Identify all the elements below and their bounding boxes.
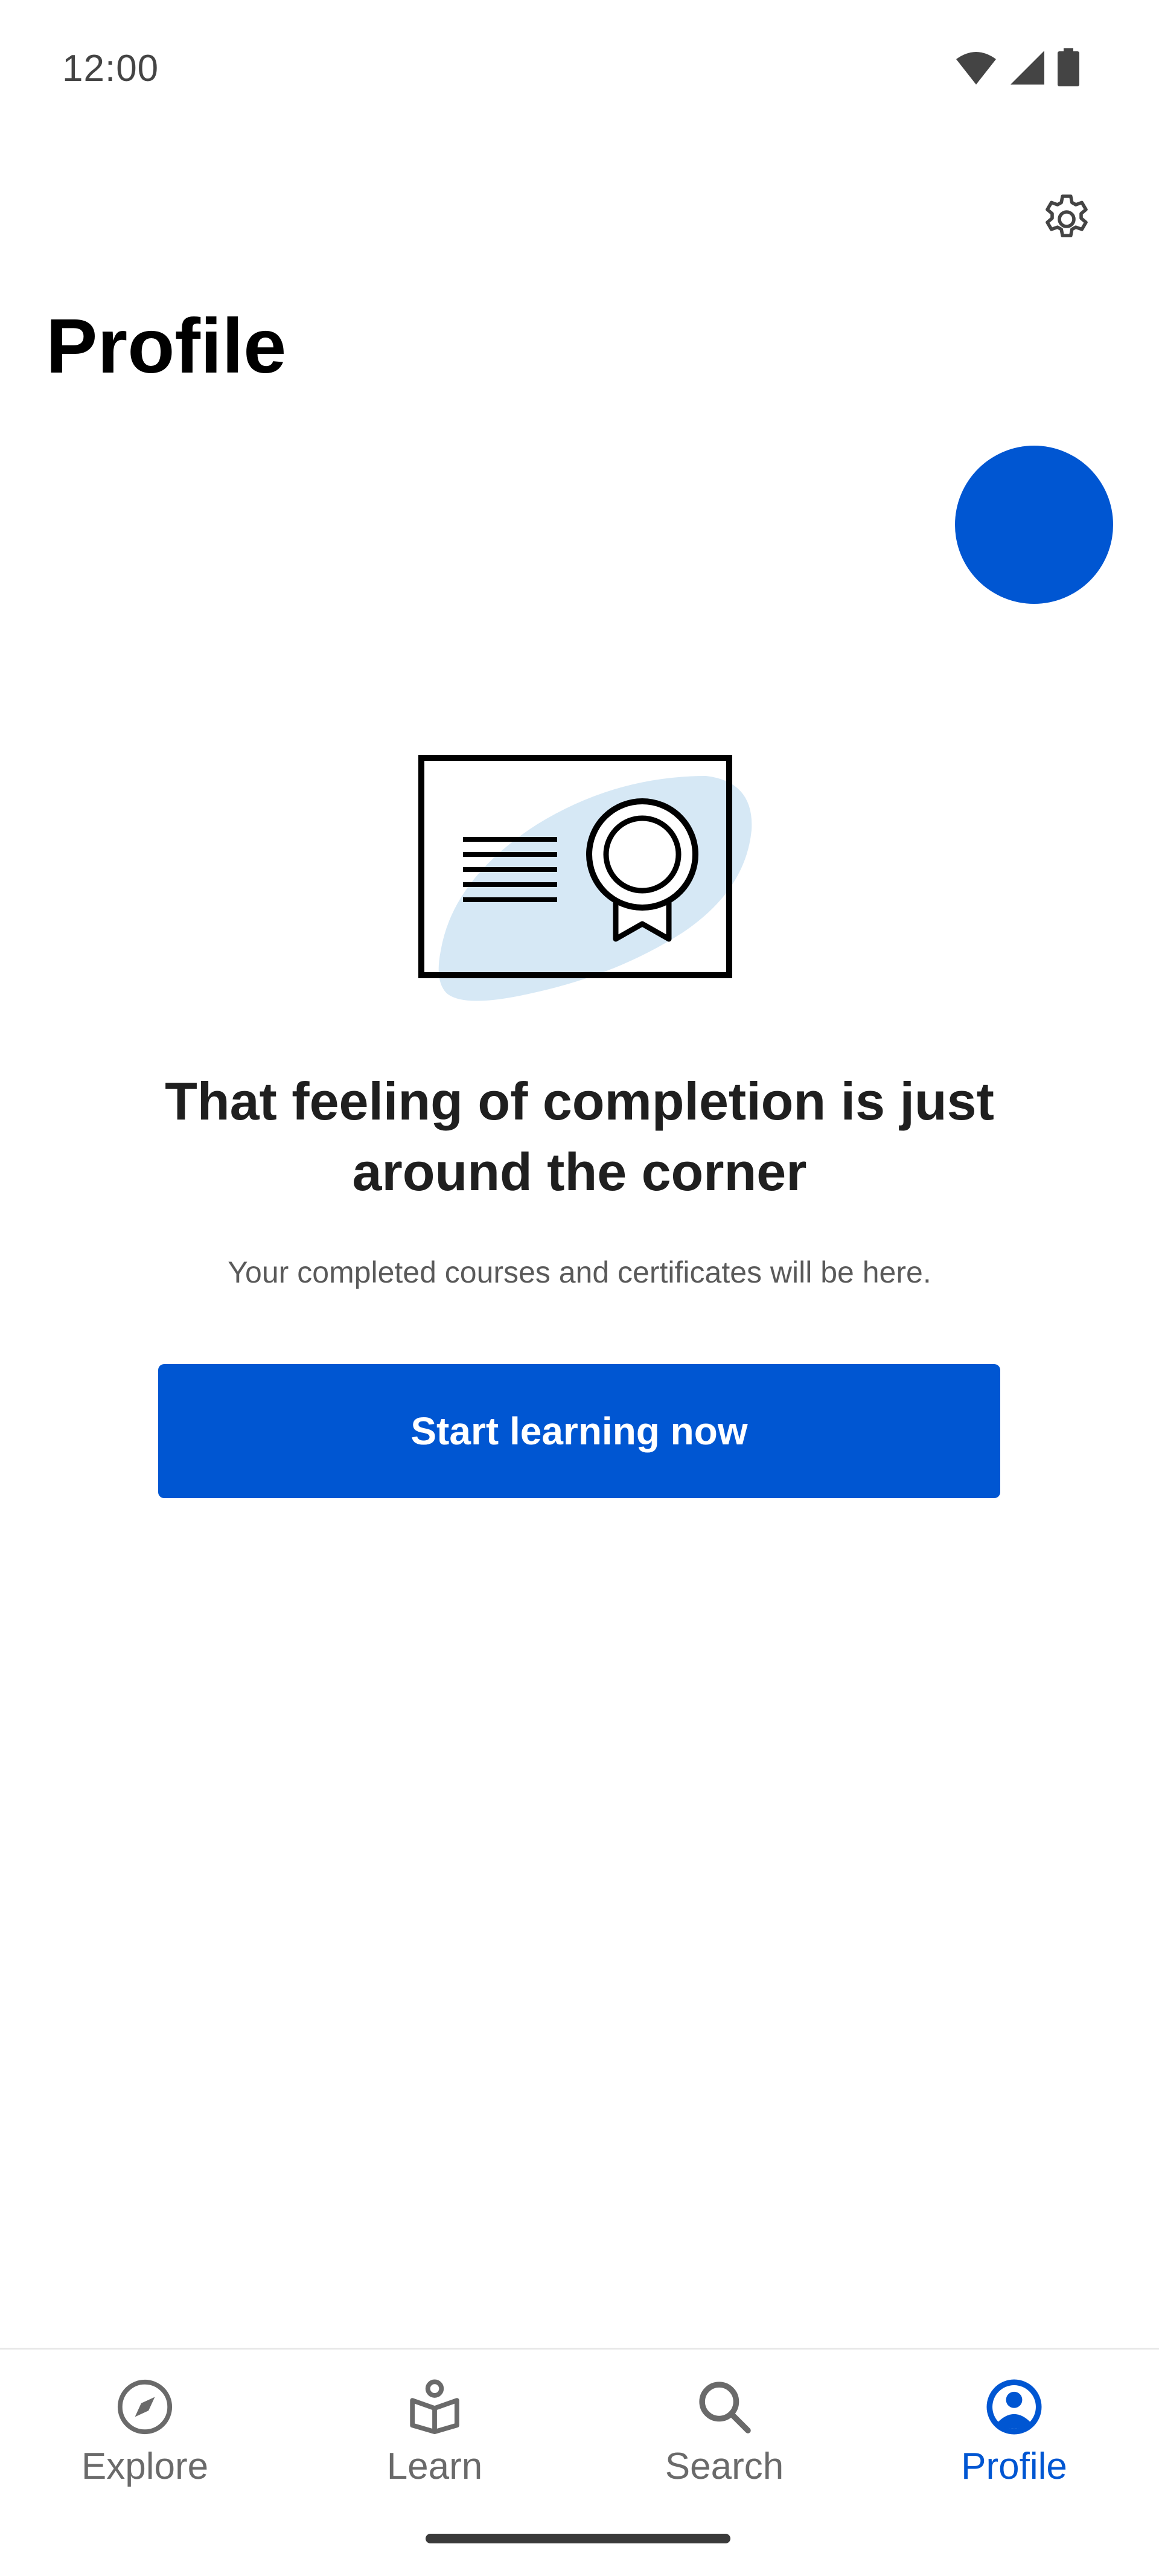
nav-label-profile: Profile	[961, 2446, 1067, 2487]
gear-icon	[1038, 190, 1096, 251]
nav-item-search[interactable]: Search	[580, 2374, 869, 2507]
search-icon	[691, 2374, 758, 2440]
nav-item-learn[interactable]: Learn	[290, 2374, 580, 2507]
nav-item-explore[interactable]: Explore	[0, 2374, 290, 2507]
certificate-illustration	[417, 752, 761, 1011]
start-learning-button[interactable]: Start learning now	[158, 1364, 1000, 1498]
status-bar: 12:00	[0, 0, 1159, 139]
status-time: 12:00	[62, 48, 159, 89]
nav-label-learn: Learn	[386, 2446, 483, 2487]
status-icons	[955, 48, 1081, 90]
cellular-signal-icon	[1008, 50, 1046, 89]
book-reader-icon	[401, 2374, 468, 2440]
battery-icon	[1056, 48, 1081, 90]
user-circle-icon	[981, 2374, 1047, 2440]
nav-item-profile[interactable]: Profile	[869, 2374, 1159, 2507]
profile-screen: 12:00 Profile That feeling of completion…	[0, 0, 1159, 2576]
nav-label-explore: Explore	[81, 2446, 209, 2487]
empty-state-heading: That feeling of completion is just aroun…	[165, 1071, 994, 1202]
compass-icon	[112, 2374, 178, 2440]
nav-label-search: Search	[665, 2446, 784, 2487]
avatar[interactable]	[955, 446, 1113, 604]
wifi-icon	[955, 50, 997, 89]
settings-button[interactable]	[1033, 187, 1100, 254]
home-indicator[interactable]	[426, 2534, 730, 2543]
page-title: Profile	[46, 303, 287, 389]
empty-state-subtext: Your completed courses and certificates …	[228, 1255, 931, 1289]
